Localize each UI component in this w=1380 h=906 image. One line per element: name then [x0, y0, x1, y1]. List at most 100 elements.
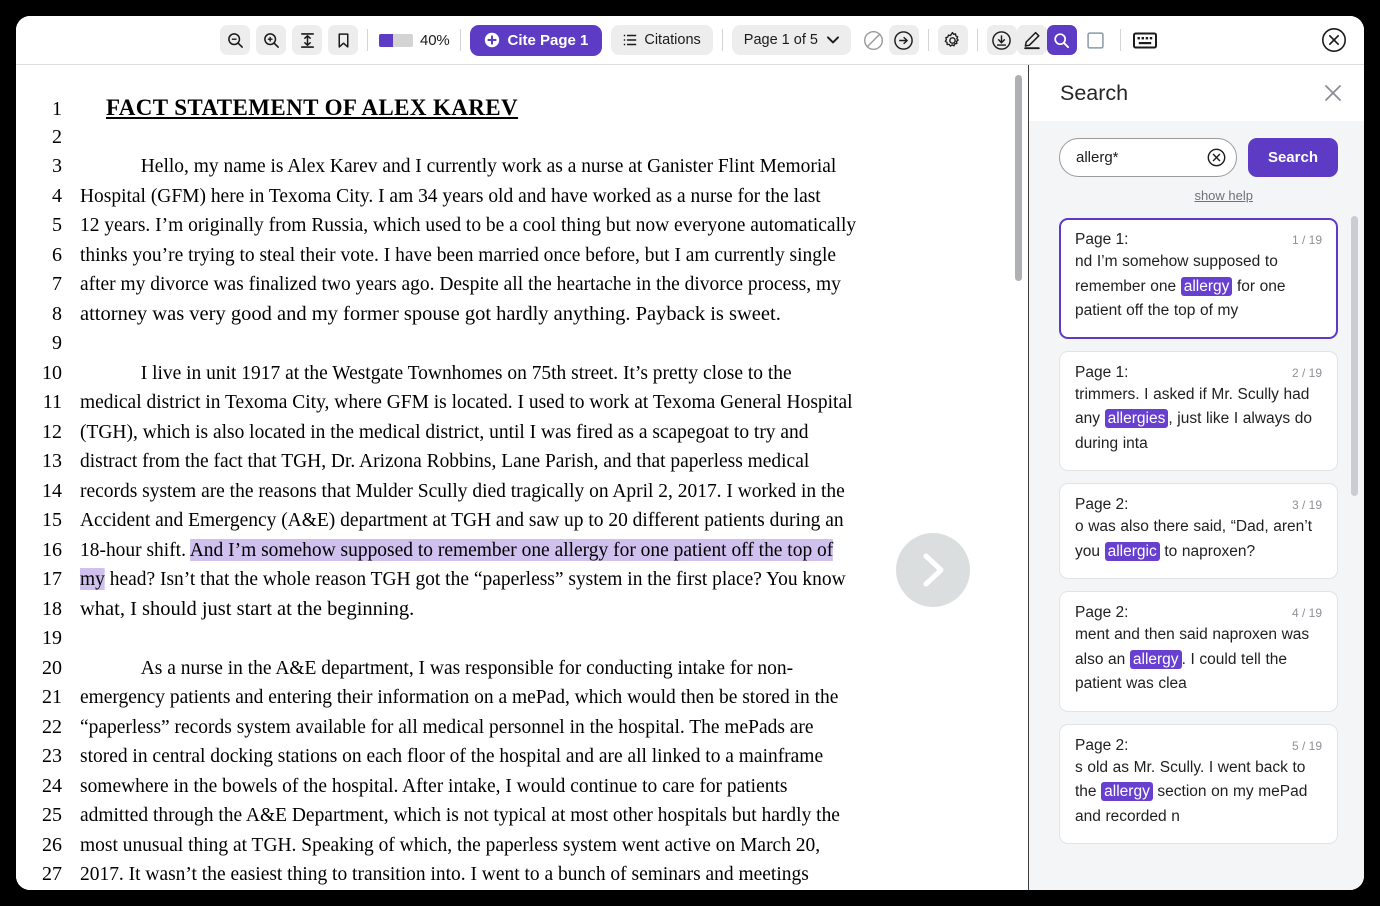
line-number: 10 — [36, 362, 80, 385]
search-form: Search — [1029, 121, 1364, 187]
fit-height-icon[interactable] — [292, 25, 322, 55]
search-result-header: Page 2:5 / 19 — [1075, 737, 1322, 755]
document-line: 1618-hour shift. And I’m somehow suppose… — [36, 536, 988, 566]
search-result-card[interactable]: Page 2:5 / 19s old as Mr. Scully. I went… — [1059, 724, 1338, 845]
toolbar-divider — [977, 29, 978, 51]
bookmark-icon[interactable] — [328, 25, 358, 55]
line-text: after my divorce was finalized two years… — [80, 270, 942, 300]
zoom-out-icon[interactable] — [220, 25, 250, 55]
document-line: 9 — [36, 329, 988, 359]
search-result-snippet: o was also there said, “Dad, aren’t you … — [1075, 515, 1322, 564]
page-selector-label: Page 1 of 5 — [744, 32, 818, 48]
toolbar-divider — [460, 29, 461, 51]
document-pane[interactable]: 1FACT STATEMENT OF ALEX KAREV2 3Hello, m… — [16, 65, 1028, 890]
line-number: 4 — [36, 185, 80, 208]
cite-page-label: Cite Page 1 — [507, 32, 588, 49]
search-result-card[interactable]: Page 2:3 / 19o was also there said, “Dad… — [1059, 483, 1338, 579]
zoom-level-control[interactable]: 40% — [377, 32, 451, 49]
annotate-pencil-icon[interactable] — [1017, 25, 1047, 55]
search-result-index: 4 / 19 — [1292, 606, 1322, 620]
show-help-link[interactable]: show help — [1194, 188, 1253, 203]
line-number: 8 — [36, 303, 80, 326]
toolbar-divider — [1120, 29, 1121, 51]
zoom-level-label: 40% — [420, 32, 449, 49]
search-panel: Search — [1029, 65, 1364, 890]
search-result-page-label: Page 1: — [1075, 231, 1128, 249]
line-number: 21 — [36, 686, 80, 709]
document-line: 3Hello, my name is Alex Karev and I curr… — [36, 152, 988, 182]
line-text — [80, 624, 988, 654]
keyboard-icon[interactable] — [1130, 25, 1160, 55]
citations-button[interactable]: Citations — [611, 25, 712, 55]
search-results-list[interactable]: Page 1:1 / 19nd I’m somehow supposed to … — [1029, 214, 1364, 890]
line-number: 16 — [36, 539, 80, 562]
search-toggle-icon[interactable] — [1047, 25, 1077, 55]
search-close-button[interactable] — [1322, 82, 1344, 104]
line-number: 19 — [36, 627, 80, 650]
toolbar-divider — [928, 29, 929, 51]
search-result-index: 5 / 19 — [1292, 739, 1322, 753]
line-text: stored in central docking stations on ea… — [80, 742, 942, 772]
search-submit-button[interactable]: Search — [1248, 138, 1338, 177]
line-number: 26 — [36, 834, 80, 857]
document-line: 14records system are the reasons that Mu… — [36, 477, 988, 507]
document-line: 21emergency patients and entering their … — [36, 683, 988, 713]
list-icon — [623, 33, 637, 47]
search-result-index: 2 / 19 — [1292, 366, 1322, 380]
go-to-page-icon[interactable] — [889, 25, 919, 55]
search-result-page-label: Page 1: — [1075, 364, 1128, 382]
search-results-scrollbar[interactable] — [1351, 216, 1358, 496]
page-selector[interactable]: Page 1 of 5 — [732, 25, 851, 55]
line-number: 25 — [36, 804, 80, 827]
zoom-level-fill — [379, 34, 393, 47]
download-icon[interactable] — [987, 25, 1017, 55]
document-scrollbar[interactable] — [1015, 75, 1022, 281]
search-result-card[interactable]: Page 1:2 / 19trimmers. I asked if Mr. Sc… — [1059, 351, 1338, 472]
line-text: 12 years. I’m originally from Russia, wh… — [80, 211, 942, 241]
close-window-button[interactable] — [1321, 27, 1347, 53]
toolbar-divider — [722, 29, 723, 51]
search-match-highlight: allergy — [1101, 782, 1153, 801]
document-line: 10I live in unit 1917 at the Westgate To… — [36, 359, 988, 389]
line-text — [80, 329, 988, 359]
document-line: 1FACT STATEMENT OF ALEX KAREV — [36, 93, 988, 123]
line-text: 2017. It wasn’t the easiest thing to tra… — [80, 860, 942, 890]
gear-icon[interactable] — [938, 25, 968, 55]
document-line: 8attorney was very good and my former sp… — [36, 300, 988, 330]
line-text: my head? Isn’t that the whole reason TGH… — [80, 565, 942, 595]
line-text: (TGH), which is also located in the medi… — [80, 418, 942, 448]
line-text — [80, 123, 988, 153]
toolbar: 40% Cite Page 1 Citations Page 1 of 5 — [16, 16, 1364, 65]
zoom-level-bar[interactable] — [379, 34, 413, 47]
chevron-down-icon — [827, 36, 839, 44]
line-number: 1 — [36, 98, 80, 121]
document-line: 2 — [36, 123, 988, 153]
document-line: 19 — [36, 624, 988, 654]
line-number: 3 — [36, 155, 80, 178]
document-line: 24somewhere in the bowels of the hospita… — [36, 772, 988, 802]
cite-page-button[interactable]: Cite Page 1 — [470, 25, 602, 56]
no-entry-icon[interactable] — [859, 25, 889, 55]
search-result-card[interactable]: Page 2:4 / 19ment and then said naproxen… — [1059, 591, 1338, 712]
document-line: 4Hospital (GFM) here in Texoma City. I a… — [36, 182, 988, 212]
search-help-row: show help — [1029, 187, 1364, 214]
zoom-in-icon[interactable] — [256, 25, 286, 55]
document-line: 6thinks you’re trying to steal their vot… — [36, 241, 988, 271]
document-line: 26most unusual thing at TGH. Speaking of… — [36, 831, 988, 861]
blank-page-icon[interactable] — [1081, 25, 1111, 55]
main-content-area: 1FACT STATEMENT OF ALEX KAREV2 3Hello, m… — [16, 65, 1364, 890]
document-highlight: my — [80, 568, 105, 590]
line-number: 6 — [36, 244, 80, 267]
search-result-page-label: Page 2: — [1075, 496, 1128, 514]
next-page-button[interactable] — [896, 533, 970, 607]
line-text: records system are the reasons that Muld… — [80, 477, 942, 507]
document-line: 18what, I should just start at the begin… — [36, 595, 988, 625]
search-clear-button[interactable] — [1207, 148, 1226, 167]
line-number: 24 — [36, 775, 80, 798]
line-number: 14 — [36, 480, 80, 503]
citations-label: Citations — [644, 32, 700, 48]
line-text: admitted through the A&E Department, whi… — [80, 801, 942, 831]
search-result-card[interactable]: Page 1:1 / 19nd I’m somehow supposed to … — [1059, 218, 1338, 339]
line-number: 22 — [36, 716, 80, 739]
document-line-list: 1FACT STATEMENT OF ALEX KAREV2 3Hello, m… — [36, 93, 988, 890]
